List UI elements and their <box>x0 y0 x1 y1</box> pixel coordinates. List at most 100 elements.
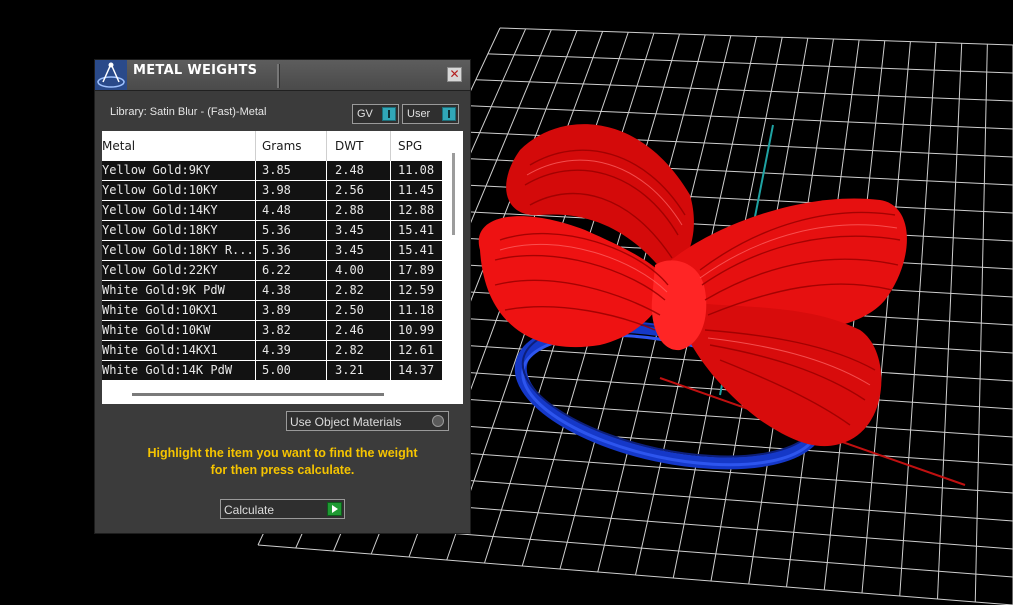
metal-cell: Yellow Gold:10KY <box>102 183 218 197</box>
user-toggle[interactable]: User <box>402 104 459 124</box>
column-divider <box>390 341 391 360</box>
spg-cell: 12.59 <box>398 283 435 297</box>
calculate-button[interactable]: Calculate <box>220 499 345 519</box>
column-divider <box>390 321 391 340</box>
column-divider <box>390 281 391 300</box>
dwt-cell: 2.82 <box>335 283 364 297</box>
instruction-text: Highlight the item you want to find the … <box>105 445 460 479</box>
table-row[interactable]: Yellow Gold:18KY 5.36 3.45 15.41 <box>102 221 442 241</box>
column-divider <box>390 361 391 380</box>
column-divider <box>326 261 327 280</box>
column-divider <box>255 181 256 200</box>
spg-cell: 10.99 <box>398 323 435 337</box>
metal-cell: Yellow Gold:18KY <box>102 223 218 237</box>
user-toggle-label: User <box>407 108 431 120</box>
metal-cell: Yellow Gold:22KY <box>102 263 218 277</box>
dwt-cell: 2.82 <box>335 343 364 357</box>
metal-cell: White Gold:10KX1 <box>102 303 218 317</box>
metal-weights-panel: METAL WEIGHTS ✕ Library: Satin Blur - (F… <box>95 60 470 533</box>
app-logo-icon <box>95 60 127 90</box>
table-header: Metal Grams DWT SPG <box>102 131 452 161</box>
horizontal-scrollbar[interactable] <box>132 393 384 396</box>
table-row[interactable]: Yellow Gold:18KY R... 5.36 3.45 15.41 <box>102 241 442 261</box>
calculate-label: Calculate <box>224 503 275 517</box>
close-icon[interactable]: ✕ <box>447 67 462 82</box>
dwt-cell: 3.45 <box>335 223 364 237</box>
table-row[interactable]: White Gold:14KX1 4.39 2.82 12.61 <box>102 341 442 361</box>
spg-cell: 11.18 <box>398 303 435 317</box>
metal-table[interactable]: Metal Grams DWT SPG Yellow Gold:9KY 3.85 2… <box>102 131 463 404</box>
table-row[interactable]: Yellow Gold:9KY 3.85 2.48 11.08 <box>102 161 442 181</box>
toggle-switch-icon <box>382 107 396 121</box>
column-divider <box>390 221 391 240</box>
column-divider <box>326 361 327 380</box>
dwt-cell: 2.88 <box>335 203 364 217</box>
grams-cell: 4.48 <box>262 203 291 217</box>
instruction-line-1: Highlight the item you want to find the … <box>147 446 418 460</box>
column-divider <box>255 321 256 340</box>
column-header-grams[interactable]: Grams <box>262 131 302 161</box>
metal-cell: White Gold:14KX1 <box>102 343 218 357</box>
table-row[interactable]: White Gold:9K PdW 4.38 2.82 12.59 <box>102 281 442 301</box>
column-header-spg[interactable]: SPG <box>398 131 422 161</box>
table-row[interactable]: White Gold:14K PdW 5.00 3.21 14.37 <box>102 361 442 381</box>
column-divider <box>255 301 256 320</box>
metal-cell: Yellow Gold:9KY <box>102 163 211 177</box>
dwt-cell: 2.48 <box>335 163 364 177</box>
table-row[interactable]: White Gold:10KX1 3.89 2.50 11.18 <box>102 301 442 321</box>
spg-cell: 12.88 <box>398 203 435 217</box>
metal-cell: Yellow Gold:14KY <box>102 203 218 217</box>
table-row[interactable]: Yellow Gold:10KY 3.98 2.56 11.45 <box>102 181 442 201</box>
column-divider <box>326 221 327 240</box>
column-divider <box>255 281 256 300</box>
spg-cell: 15.41 <box>398 243 435 257</box>
title-divider <box>277 64 280 88</box>
column-divider <box>255 241 256 260</box>
column-divider <box>326 301 327 320</box>
column-divider <box>326 131 327 161</box>
grams-cell: 3.89 <box>262 303 291 317</box>
column-header-dwt[interactable]: DWT <box>335 131 363 161</box>
panel-titlebar[interactable]: METAL WEIGHTS ✕ <box>95 60 470 91</box>
metal-cell: Yellow Gold:18KY R... <box>102 243 252 257</box>
column-divider <box>326 241 327 260</box>
column-divider <box>326 321 327 340</box>
spg-cell: 14.37 <box>398 363 435 377</box>
grams-cell: 5.36 <box>262 223 291 237</box>
spg-cell: 11.45 <box>398 183 435 197</box>
table-row[interactable]: White Gold:10KW 3.82 2.46 10.99 <box>102 321 442 341</box>
column-divider <box>255 341 256 360</box>
library-label: Library: Satin Blur - (Fast)-Metal <box>110 106 267 118</box>
vertical-scrollbar[interactable] <box>452 153 455 235</box>
column-divider <box>390 261 391 280</box>
column-divider <box>255 361 256 380</box>
grid-line <box>257 544 1013 605</box>
column-divider <box>390 301 391 320</box>
column-divider <box>390 241 391 260</box>
grams-cell: 6.22 <box>262 263 291 277</box>
dwt-cell: 3.45 <box>335 243 364 257</box>
gv-toggle[interactable]: GV <box>352 104 399 124</box>
dwt-cell: 2.46 <box>335 323 364 337</box>
grams-cell: 4.39 <box>262 343 291 357</box>
spg-cell: 12.61 <box>398 343 435 357</box>
grams-cell: 3.85 <box>262 163 291 177</box>
use-object-materials-button[interactable]: Use Object Materials <box>286 411 449 431</box>
radio-icon <box>432 415 444 427</box>
use-object-materials-label: Use Object Materials <box>290 415 402 429</box>
column-divider <box>390 201 391 220</box>
column-divider <box>255 221 256 240</box>
column-divider <box>390 131 391 161</box>
table-row[interactable]: Yellow Gold:14KY 4.48 2.88 12.88 <box>102 201 442 221</box>
spg-cell: 15.41 <box>398 223 435 237</box>
column-header-metal[interactable]: Metal <box>102 131 135 161</box>
gv-toggle-label: GV <box>357 108 373 120</box>
metal-cell: White Gold:14K PdW <box>102 363 233 377</box>
table-row[interactable]: Yellow Gold:22KY 6.22 4.00 17.89 <box>102 261 442 281</box>
column-divider <box>326 181 327 200</box>
column-divider <box>326 201 327 220</box>
play-arrow-icon <box>327 502 342 516</box>
dwt-cell: 2.50 <box>335 303 364 317</box>
spg-cell: 17.89 <box>398 263 435 277</box>
dwt-cell: 2.56 <box>335 183 364 197</box>
